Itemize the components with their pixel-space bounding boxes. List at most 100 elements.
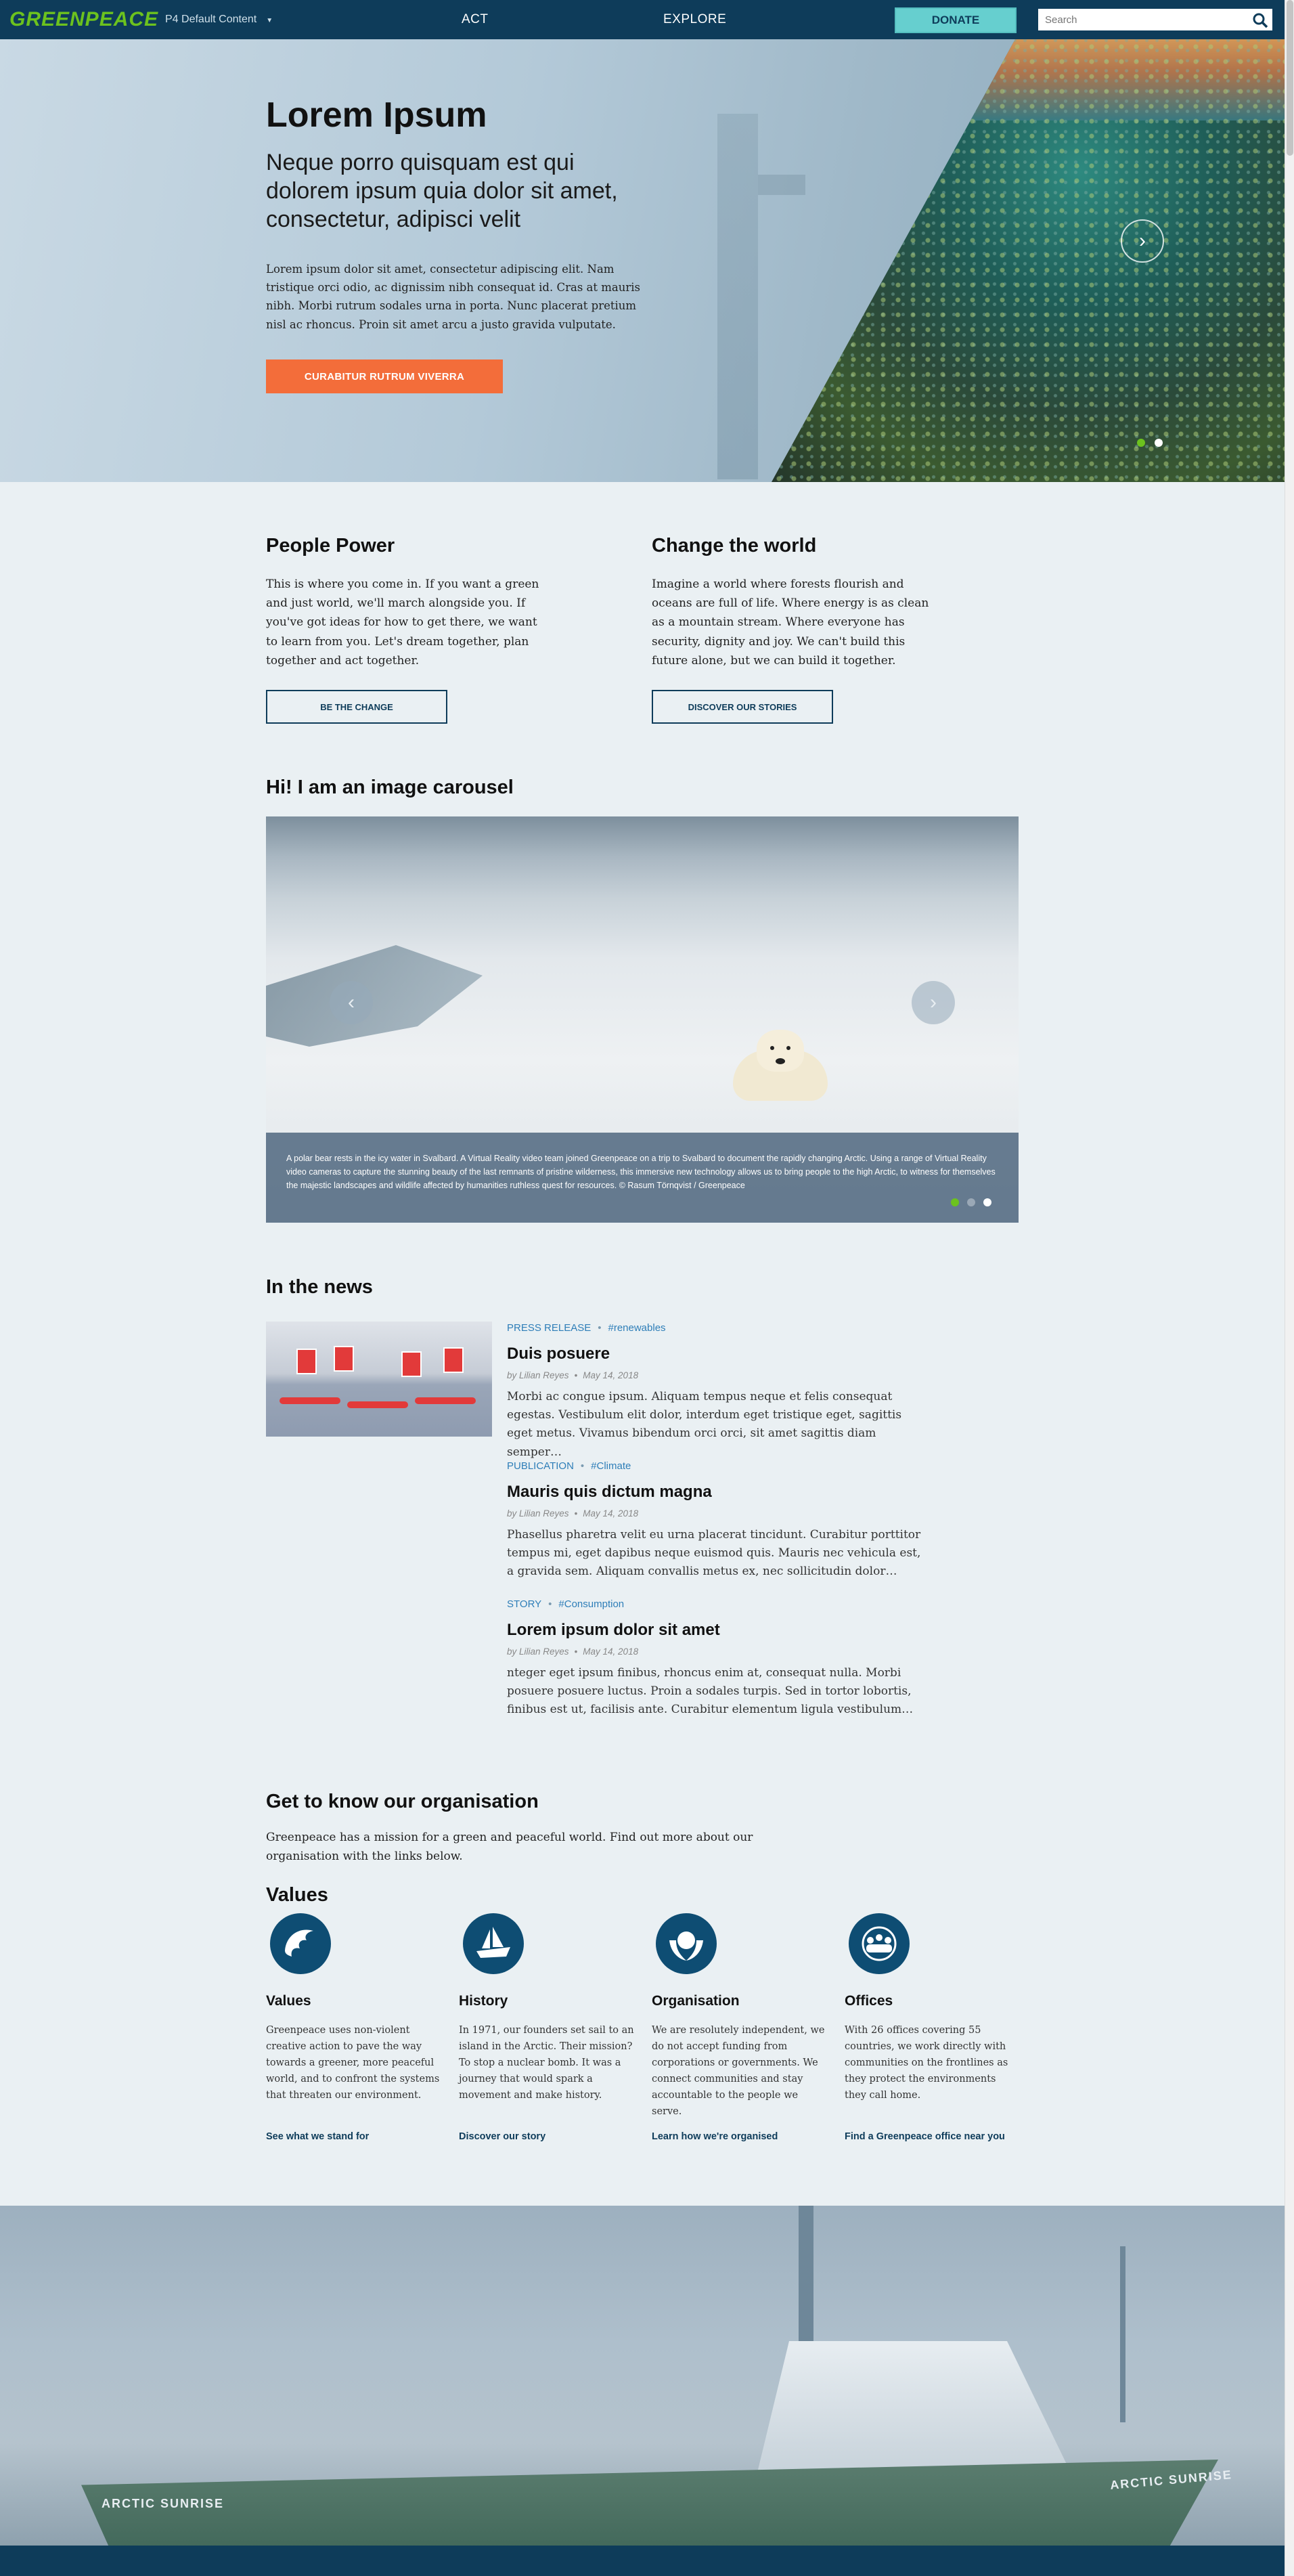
- news-tags: STORY • #Consumption: [507, 1598, 923, 1610]
- news-type-link[interactable]: PUBLICATION: [507, 1460, 574, 1472]
- news-item: PRESS RELEASE • #renewables Duis posuere b…: [507, 1322, 923, 1462]
- hero-carousel: › Lorem Ipsum Neque porro quisquam est q…: [0, 39, 1285, 482]
- byline-separator: •: [574, 1370, 578, 1380]
- carousel-next-arrow-icon[interactable]: ›: [912, 981, 955, 1024]
- news-date: May 14, 2018: [583, 1646, 639, 1657]
- caret-down-icon: ▼: [266, 17, 273, 24]
- news-type-link[interactable]: STORY: [507, 1598, 541, 1610]
- news-author: by Lilian Reyes: [507, 1646, 569, 1657]
- news-headline[interactable]: Duis posuere: [507, 1345, 923, 1363]
- hero-cta-button[interactable]: CURABITUR RUTRUM VIVERRA: [266, 359, 503, 393]
- news-item: STORY • #Consumption Lorem ipsum dolor sit…: [507, 1598, 923, 1720]
- value-card-body: In 1971, our founders set sail to an isl…: [459, 2025, 634, 2101]
- news-headline[interactable]: Lorem ipsum dolor sit amet: [507, 1621, 923, 1640]
- carousel-prev-arrow-icon[interactable]: ‹: [330, 981, 373, 1024]
- carousel-dot-2[interactable]: [967, 1198, 975, 1206]
- ship-hull: [81, 2460, 1218, 2546]
- value-card-offices: Offices With 26 offices covering 55 coun…: [845, 1913, 1021, 2104]
- hero-dot-1[interactable]: [1137, 439, 1145, 447]
- page-scrollbar[interactable]: [1285, 0, 1294, 2576]
- site-dropdown-label: P4 Default Content: [165, 14, 257, 25]
- kayak: [347, 1401, 408, 1408]
- column-body: Imagine a world where forests flourish a…: [652, 577, 929, 668]
- people-power-column: People Power This is where you come in. …: [266, 535, 550, 670]
- bear-nose: [776, 1058, 785, 1064]
- nav-link-explore[interactable]: EXPLORE: [663, 12, 726, 27]
- news-author: by Lilian Reyes: [507, 1370, 569, 1380]
- hero-slide-dots: [1137, 439, 1163, 447]
- news-tag-link[interactable]: #renewables: [608, 1322, 665, 1334]
- news-excerpt: Morbi ac congue ipsum. Aliquam tempus ne…: [507, 1390, 902, 1459]
- column-title: People Power: [266, 535, 395, 556]
- ship-mast: [1120, 2246, 1125, 2422]
- value-card-body: We are resolutely independent, we do not…: [652, 2025, 825, 2117]
- ice-water: [266, 945, 483, 1047]
- polar-bear-image: [733, 1030, 828, 1104]
- value-card-title: Organisation: [652, 1993, 740, 2009]
- search-icon[interactable]: [1252, 12, 1268, 32]
- hero-background-ship: [717, 114, 758, 479]
- learn-how-were-organised-link[interactable]: Learn how we're organised: [652, 2131, 778, 2142]
- scrollbar-thumb[interactable]: [1287, 0, 1293, 156]
- site-dropdown[interactable]: P4 Default Content ▼: [165, 14, 273, 26]
- see-what-we-stand-for-link[interactable]: See what we stand for: [266, 2131, 369, 2142]
- carousel-dots: [951, 1198, 991, 1206]
- value-card-body: Greenpeace uses non-violent creative act…: [266, 2025, 440, 2101]
- news-headline[interactable]: Mauris quis dictum magna: [507, 1483, 923, 1502]
- protest-banner: [443, 1347, 464, 1373]
- values-section-title: Values: [266, 1884, 328, 1906]
- hero-subtitle: Neque porro quisquam est qui dolorem ips…: [266, 150, 618, 232]
- nav-link-act[interactable]: ACT: [462, 12, 489, 27]
- news-tags: PUBLICATION • #Climate: [507, 1460, 923, 1472]
- eagle-icon: [270, 1913, 331, 1974]
- news-type-link[interactable]: PRESS RELEASE: [507, 1322, 591, 1334]
- bear-eye: [786, 1046, 790, 1050]
- value-card-organisation: Organisation We are resolutely independe…: [652, 1913, 828, 2120]
- hands-globe-icon: [656, 1913, 717, 1974]
- news-thumbnail[interactable]: [266, 1322, 492, 1437]
- reef-texture: [772, 39, 1285, 482]
- change-the-world-column: Change the world Imagine a world where f…: [652, 535, 936, 670]
- byline-separator: •: [574, 1508, 578, 1519]
- donate-button[interactable]: DONATE: [895, 7, 1017, 33]
- search-input[interactable]: [1038, 14, 1241, 26]
- kayak: [280, 1397, 340, 1404]
- org-title: Get to know our organisation: [266, 1791, 539, 1812]
- news-tag-link[interactable]: #Consumption: [558, 1598, 624, 1610]
- be-the-change-button[interactable]: BE THE CHANGE: [266, 690, 447, 724]
- kayak: [415, 1397, 476, 1404]
- news-byline: by Lilian Reyes • May 14, 2018: [507, 1508, 923, 1519]
- discover-our-stories-button[interactable]: DISCOVER OUR STORIES: [652, 690, 833, 724]
- ship-name-label: ARCTIC SUNRISE: [102, 2497, 225, 2510]
- news-date: May 14, 2018: [583, 1508, 639, 1519]
- bear-head: [757, 1030, 804, 1072]
- protest-banner: [296, 1349, 317, 1374]
- value-card-title: Values: [266, 1993, 311, 2009]
- org-intro: Greenpeace has a mission for a green and…: [266, 1831, 753, 1864]
- carousel-dot-3[interactable]: [983, 1198, 991, 1206]
- news-tag-link[interactable]: #Climate: [591, 1460, 631, 1472]
- greenpeace-logo[interactable]: GREENPEACE: [9, 8, 158, 31]
- hero-reef-image: [772, 39, 1285, 482]
- value-card-title: Offices: [845, 1993, 893, 2009]
- top-nav: GREENPEACE P4 Default Content ▼ ACT EXPLO…: [0, 0, 1285, 39]
- hero-background-crane: [758, 175, 805, 195]
- column-body: This is where you come in. If you want a…: [266, 577, 539, 668]
- hero-dot-2[interactable]: [1155, 439, 1163, 447]
- news-author: by Lilian Reyes: [507, 1508, 569, 1519]
- hero-next-arrow-icon[interactable]: ›: [1121, 219, 1164, 263]
- carousel-caption: A polar bear rests in the icy water in S…: [266, 1133, 1019, 1223]
- column-title: Change the world: [652, 535, 817, 556]
- discover-our-story-link[interactable]: Discover our story: [459, 2131, 545, 2142]
- protest-banner: [401, 1351, 422, 1377]
- tag-separator: •: [580, 1460, 585, 1472]
- ship-superstructure: [758, 2341, 1069, 2470]
- news-item: PUBLICATION • #Climate Mauris quis dictum …: [507, 1460, 923, 1581]
- find-office-link[interactable]: Find a Greenpeace office near you: [845, 2131, 1005, 2142]
- protest-banner: [334, 1346, 354, 1372]
- carousel-dot-1[interactable]: [951, 1198, 959, 1206]
- news-byline: by Lilian Reyes • May 14, 2018: [507, 1370, 923, 1380]
- hero-title: Lorem Ipsum: [266, 95, 487, 135]
- people-globe-icon: [849, 1913, 910, 1974]
- tag-separator: •: [598, 1322, 602, 1334]
